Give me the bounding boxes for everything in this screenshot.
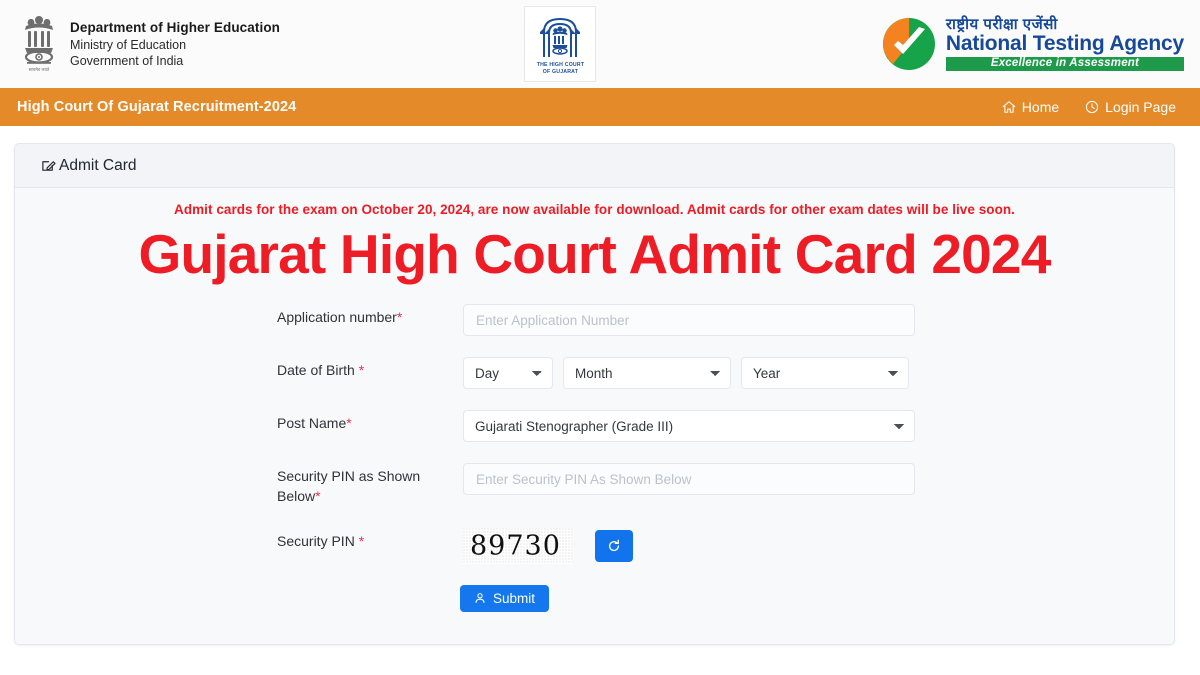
post-name-label: Post Name*: [15, 410, 463, 434]
department-ministry: Ministry of Education: [70, 37, 187, 52]
application-number-label: Application number*: [15, 304, 463, 328]
security-pin-captcha-label-text: Security PIN: [277, 532, 359, 549]
date-of-birth-label: Date of Birth *: [15, 357, 463, 381]
security-pin-input-label-text: Security PIN as Shown Below: [277, 468, 421, 504]
nta-checkmark-icon: [882, 18, 935, 70]
nta-brand: राष्ट्रीय परीक्षा एजेंसी National Testin…: [881, 16, 1200, 72]
top-logo-bar: सत्यमेव जयते Department of Higher Educat…: [0, 0, 1200, 88]
submit-row: Submit: [15, 584, 1174, 612]
security-pin-input-required-mark: *: [315, 487, 321, 504]
nav-link-home-label: Home: [1021, 99, 1060, 115]
submit-button-label: Submit: [492, 590, 536, 606]
main-navbar: High Court Of Gujarat Recruitment-2024 H…: [0, 88, 1200, 126]
high-court-caption-line2: OF GUJARAT: [542, 69, 579, 75]
form-row-application-number: Application number*: [15, 304, 1174, 336]
high-court-caption-line1: THE HIGH COURT: [536, 61, 585, 68]
svg-text:सत्यमेव जयते: सत्यमेव जयते: [29, 67, 50, 72]
nav-link-login-page[interactable]: Login Page: [1085, 99, 1176, 115]
post-name-label-text: Post Name: [277, 415, 347, 431]
nav-link-login-page-label: Login Page: [1105, 99, 1176, 115]
refresh-icon: [608, 539, 620, 551]
post-name-required-mark: *: [346, 415, 352, 431]
department-government: Government of India: [70, 53, 184, 68]
captcha-image: 89730: [463, 527, 573, 564]
captcha-refresh-button[interactable]: [595, 529, 633, 562]
nta-hindi-name: राष्ट्रीय परीक्षा एजेंसी: [945, 15, 1058, 33]
dob-year-select[interactable]: Year: [741, 357, 909, 389]
high-court-of-gujarat-emblem-icon: [540, 17, 581, 57]
nta-tagline: Excellence in Assessment: [945, 56, 1184, 72]
edit-square-icon: [42, 161, 56, 171]
nta-english-name: National Testing Agency: [945, 31, 1184, 55]
form-row-date-of-birth: Date of Birth * Day Month Year: [15, 357, 1174, 389]
navbar-links: Home Login Page: [1002, 99, 1200, 115]
notice-banner: Admit cards for the exam on October 20, …: [174, 202, 1015, 217]
security-pin-captcha-label: Security PIN *: [15, 528, 463, 552]
card-body: Admit cards for the exam on October 20, …: [15, 188, 1174, 644]
department-title: Department of Higher Education: [70, 20, 281, 36]
security-pin-captcha-required-mark: *: [358, 532, 365, 549]
page-root: सत्यमेव जयते Department of Higher Educat…: [0, 0, 1200, 675]
headline: Gujarat High Court Admit Card 2024: [138, 223, 1051, 285]
post-name-control: Gujarati Stenographer (Grade III): [463, 410, 1174, 442]
department-brand: सत्यमेव जयते Department of Higher Educat…: [0, 13, 280, 75]
page-title: Admit Card: [59, 156, 137, 174]
card-header: Admit Card: [15, 144, 1174, 188]
date-of-birth-label-text: Date of Birth: [277, 362, 359, 378]
form-row-security-pin-input: Security PIN as Shown Below*: [15, 463, 1174, 507]
security-pin-input-label: Security PIN as Shown Below*: [15, 463, 463, 507]
card-header-title-group: Admit Card: [41, 157, 137, 175]
application-number-input[interactable]: [463, 304, 915, 336]
home-icon: [1002, 101, 1016, 113]
dob-month-select[interactable]: Month: [563, 357, 731, 389]
application-number-control: [463, 304, 1174, 336]
nav-link-home[interactable]: Home: [1002, 99, 1059, 115]
security-pin-captcha-control: 89730: [463, 527, 1174, 564]
user-icon: [475, 593, 485, 604]
clock-icon: [1086, 100, 1099, 114]
navbar-title: High Court Of Gujarat Recruitment-2024: [17, 99, 297, 115]
dob-day-select[interactable]: Day: [463, 357, 553, 389]
post-name-select[interactable]: Gujarati Stenographer (Grade III): [463, 410, 915, 442]
ashoka-emblem-icon: सत्यमेव जयते: [24, 16, 54, 72]
form-row-security-pin-captcha: Security PIN * 89730: [15, 527, 1174, 564]
date-of-birth-required-mark: *: [358, 362, 365, 378]
application-number-label-text: Application number: [277, 309, 397, 325]
high-court-logo: THE HIGH COURT OF GUJARAT: [524, 6, 597, 82]
captcha-text: 89730: [470, 530, 561, 562]
application-number-required-mark: *: [396, 309, 403, 325]
security-pin-input-control: [463, 463, 1174, 495]
form-row-post-name: Post Name* Gujarati Stenographer (Grade …: [15, 410, 1174, 442]
admit-card-panel: Admit Card Admit cards for the exam on O…: [14, 143, 1175, 645]
admit-card-form: Application number* Date of Birth * Day …: [15, 304, 1174, 612]
date-of-birth-control: Day Month Year: [463, 357, 1174, 389]
security-pin-input[interactable]: [463, 463, 915, 495]
submit-button[interactable]: Submit: [459, 584, 550, 612]
